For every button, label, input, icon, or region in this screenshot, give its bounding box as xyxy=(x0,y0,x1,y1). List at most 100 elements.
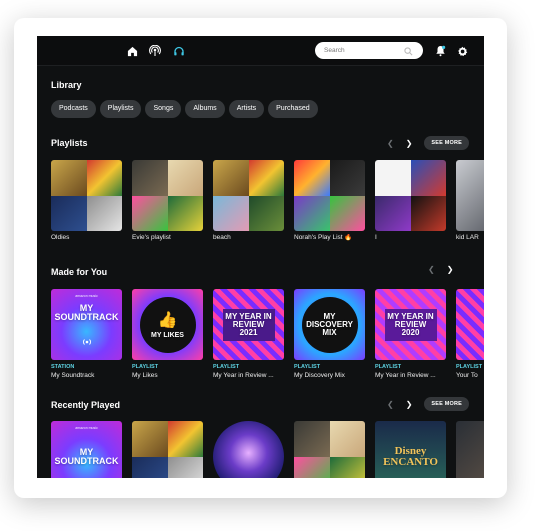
search-placeholder: Search xyxy=(324,47,345,54)
playlist-name: Oldies xyxy=(51,234,70,241)
playlist-cover-collage xyxy=(132,160,203,231)
playlists-prev-icon[interactable]: ❮ xyxy=(387,139,394,148)
playlist-cover-collage xyxy=(294,421,365,478)
recently-played-title: Recently Played xyxy=(51,400,121,410)
playlist-card[interactable]: I xyxy=(375,160,446,242)
card-name: My Soundtrack xyxy=(51,372,95,379)
cover-title: Disney ENCANTO xyxy=(383,444,438,468)
playlist-card[interactable]: kid LAR xyxy=(456,160,484,242)
cover-title: MY YEAR IN REVIEW 2021 xyxy=(222,308,275,341)
playlist-name: I xyxy=(375,234,377,241)
recently-played-controls: ❮ ❯ SEE MORE xyxy=(387,397,470,411)
made-for-you-card[interactable]: MY DISCOVERY MIX PLAYLIST My Discovery M… xyxy=(294,289,365,380)
cover-title: MY SOUNDTRACK xyxy=(54,302,119,322)
card-name: Your To xyxy=(456,372,478,379)
made-for-you-card[interactable]: MY YEAR IN REVIEW 2020 PLAYLIST My Year … xyxy=(375,289,446,380)
playlists-see-more-button[interactable]: SEE MORE xyxy=(424,136,470,150)
headphones-icon[interactable] xyxy=(172,44,186,58)
podcast-icon[interactable] xyxy=(148,44,162,58)
app-window: Search Library Podcasts Playlists Songs … xyxy=(37,36,484,478)
made-for-you-title: Made for You xyxy=(51,267,108,277)
album-cover xyxy=(213,421,284,478)
filter-artists[interactable]: Artists xyxy=(228,100,265,118)
filter-purchased[interactable]: Purchased xyxy=(268,100,318,118)
notification-bell-icon[interactable] xyxy=(435,44,446,62)
playlists-title: Playlists xyxy=(51,138,88,148)
filter-albums[interactable]: Albums xyxy=(185,100,225,118)
playlist-card[interactable]: Oldies xyxy=(51,160,122,242)
card-kind: PLAYLIST xyxy=(456,364,483,370)
cover-title: MY YEAR IN REVIEW 2020 xyxy=(384,308,437,341)
card-kind: STATION xyxy=(51,364,75,370)
made-for-you-card[interactable]: MY YEAR IN REVIEW 2021 PLAYLIST My Year … xyxy=(213,289,284,380)
playlist-cover: 👍 MY LIKES xyxy=(132,289,203,360)
playlist-card[interactable]: beach xyxy=(213,160,284,242)
search-input[interactable]: Search xyxy=(315,42,423,59)
playlist-cover-collage xyxy=(51,160,122,231)
cover-title: MY SOUNDTRACK xyxy=(54,446,119,466)
playlist-name: Evie's playlist xyxy=(132,234,171,241)
card-name: My Discovery Mix xyxy=(294,372,345,379)
made-for-you-controls: ❮ ❯ xyxy=(428,265,453,274)
recently-played-next-icon[interactable]: ❯ xyxy=(406,400,413,409)
made-for-you-card[interactable]: PLAYLIST Your To xyxy=(456,289,484,380)
gear-icon[interactable] xyxy=(457,44,468,62)
card-name: My Likes xyxy=(132,372,158,379)
made-for-you-card[interactable]: amazon music MY SOUNDTRACK STATION My So… xyxy=(51,289,122,380)
playlist-cover-collage xyxy=(375,160,446,231)
card-kind: PLAYLIST xyxy=(132,364,159,370)
recently-played-see-more-button[interactable]: SEE MORE xyxy=(424,397,470,411)
playlist-cover: MY DISCOVERY MIX xyxy=(294,289,365,360)
filter-playlists[interactable]: Playlists xyxy=(99,100,142,118)
playlist-name: beach xyxy=(213,234,231,241)
playlist-cover-collage xyxy=(213,160,284,231)
home-icon[interactable] xyxy=(125,44,139,58)
card-name: My Year in Review ... xyxy=(213,372,274,379)
recent-card[interactable] xyxy=(132,421,203,478)
made-for-you-card[interactable]: 👍 MY LIKES PLAYLIST My Likes xyxy=(132,289,203,380)
playlist-cover: MY YEAR IN REVIEW 2020 xyxy=(375,289,446,360)
playlist-cover xyxy=(456,160,484,231)
recent-card[interactable] xyxy=(456,421,484,478)
library-filters: Podcasts Playlists Songs Albums Artists … xyxy=(51,100,318,118)
playlist-card[interactable]: Norah's Play List 🔥 xyxy=(294,160,365,242)
filter-songs[interactable]: Songs xyxy=(145,100,182,118)
recent-card[interactable] xyxy=(294,421,365,478)
recent-card[interactable]: Disney ENCANTO xyxy=(375,421,446,478)
top-bar: Search xyxy=(37,36,484,66)
cover-title: MY LIKES xyxy=(151,332,184,339)
filter-podcasts[interactable]: Podcasts xyxy=(51,100,96,118)
playlist-card[interactable]: Evie's playlist xyxy=(132,160,203,242)
search-icon[interactable] xyxy=(404,46,413,63)
card-name: My Year in Review ... xyxy=(375,372,436,379)
library-title: Library xyxy=(51,80,82,90)
album-cover xyxy=(456,421,484,478)
playlist-cover xyxy=(456,289,484,360)
station-cover: amazon music MY SOUNDTRACK xyxy=(51,289,122,360)
card-kind: PLAYLIST xyxy=(213,364,240,370)
recently-played-row: amazon music MY SOUNDTRACK Disney ENCANT… xyxy=(51,421,484,478)
made-for-you-next-icon[interactable]: ❯ xyxy=(447,265,454,274)
playlist-cover: MY YEAR IN REVIEW 2021 xyxy=(213,289,284,360)
playlists-row: Oldies Evie's playlist beach Norah's Pla… xyxy=(51,160,484,242)
album-cover: Disney ENCANTO xyxy=(375,421,446,478)
made-for-you-prev-icon[interactable]: ❮ xyxy=(428,265,435,274)
cover-title: MY DISCOVERY MIX xyxy=(306,311,353,337)
station-icon xyxy=(82,338,91,345)
amazon-music-logo: amazon music xyxy=(75,294,98,298)
playlists-next-icon[interactable]: ❯ xyxy=(406,139,413,148)
recent-card[interactable] xyxy=(213,421,284,478)
playlist-name: Norah's Play List 🔥 xyxy=(294,234,353,241)
card-kind: PLAYLIST xyxy=(375,364,402,370)
thumbs-up-icon: 👍 xyxy=(157,312,178,329)
playlist-name: kid LAR xyxy=(456,234,479,241)
recently-played-prev-icon[interactable]: ❮ xyxy=(387,400,394,409)
playlist-cover-collage xyxy=(294,160,365,231)
station-cover: amazon music MY SOUNDTRACK xyxy=(51,421,122,478)
card-kind: PLAYLIST xyxy=(294,364,321,370)
playlist-cover-collage xyxy=(132,421,203,478)
made-for-you-row: amazon music MY SOUNDTRACK STATION My So… xyxy=(51,289,484,380)
amazon-music-logo: amazon music xyxy=(75,426,98,430)
recent-card[interactable]: amazon music MY SOUNDTRACK xyxy=(51,421,122,478)
playlists-controls: ❮ ❯ SEE MORE xyxy=(387,136,470,150)
